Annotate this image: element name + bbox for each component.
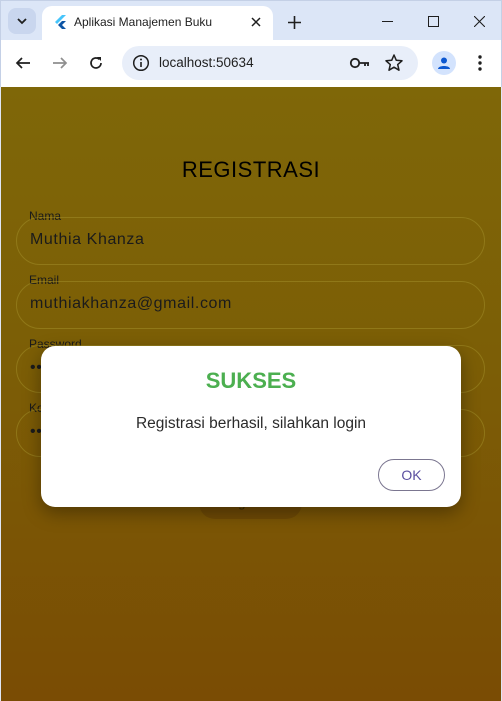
- plus-icon: [287, 15, 301, 29]
- browser-toolbar: localhost:50634: [0, 40, 502, 87]
- kebab-menu-icon: [478, 55, 482, 71]
- maximize-button[interactable]: [419, 7, 447, 35]
- star-icon[interactable]: [384, 53, 404, 73]
- maximize-icon: [427, 15, 439, 27]
- profile-button[interactable]: [432, 51, 456, 75]
- close-icon: [473, 15, 485, 27]
- person-icon: [438, 57, 450, 69]
- tab-search-button[interactable]: [8, 8, 36, 34]
- reload-button[interactable]: [83, 50, 109, 76]
- info-icon[interactable]: [132, 54, 150, 72]
- url-text[interactable]: localhost:50634: [159, 55, 254, 70]
- tab-title: Aplikasi Manajemen Buku: [74, 15, 213, 29]
- forward-arrow-icon: [53, 57, 68, 69]
- dialog-message: Registrasi berhasil, silahkan login: [135, 415, 367, 432]
- dialog-title: SUKSES: [205, 368, 297, 393]
- tab-strip: Aplikasi Manajemen Buku: [0, 0, 502, 41]
- forward-button[interactable]: [47, 50, 73, 76]
- browser-menu-button[interactable]: [467, 50, 493, 76]
- address-bar[interactable]: localhost:50634: [122, 46, 418, 80]
- success-dialog: SUKSES Registrasi berhasil, silahkan log…: [41, 346, 461, 507]
- chevron-down-icon: [17, 18, 27, 25]
- new-tab-button[interactable]: [282, 10, 306, 34]
- key-icon[interactable]: [349, 53, 371, 73]
- close-icon: [251, 17, 261, 27]
- close-window-button[interactable]: [465, 7, 493, 35]
- flutter-icon: [55, 15, 66, 29]
- back-button[interactable]: [10, 50, 36, 76]
- reload-icon: [90, 57, 102, 69]
- back-arrow-icon: [15, 57, 30, 69]
- ok-button[interactable]: OK: [378, 459, 445, 491]
- tab-close-button[interactable]: [247, 13, 265, 31]
- minimize-icon: [381, 20, 393, 22]
- minimize-button[interactable]: [373, 7, 401, 35]
- browser-tab[interactable]: Aplikasi Manajemen Buku: [42, 6, 273, 41]
